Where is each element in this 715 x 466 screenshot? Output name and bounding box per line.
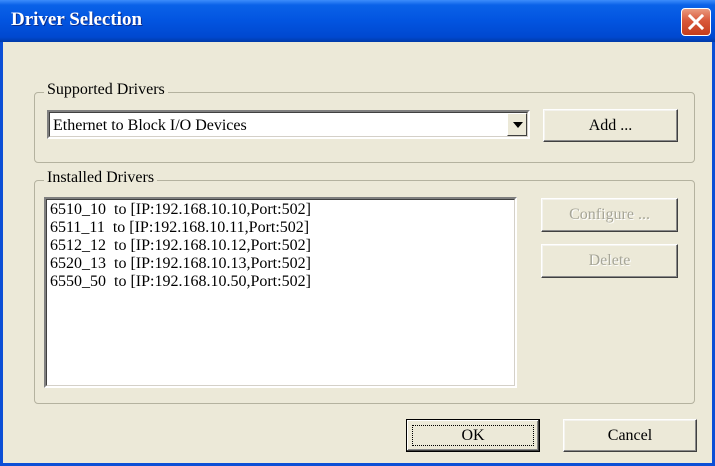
close-button[interactable] (681, 8, 711, 36)
focus-rectangle (412, 425, 534, 446)
configure-button[interactable]: Configure ... (541, 198, 678, 232)
title-bar[interactable]: Driver Selection (0, 0, 715, 42)
close-icon (687, 13, 705, 31)
delete-button[interactable]: Delete (541, 244, 678, 278)
chevron-down-icon (513, 122, 523, 128)
list-items: 6510_10 to [IP:192.168.10.10,Port:502] 6… (50, 201, 311, 291)
ok-button[interactable]: OK (406, 419, 540, 452)
installed-drivers-list[interactable]: 6510_10 to [IP:192.168.10.10,Port:502] 6… (44, 197, 517, 388)
list-item[interactable]: 6510_10 to [IP:192.168.10.10,Port:502] (50, 201, 311, 219)
installed-drivers-label: Installed Drivers (44, 169, 158, 187)
list-item[interactable]: 6511_11 to [IP:192.168.10.11,Port:502] (50, 219, 311, 237)
supported-drivers-dropdown[interactable]: Ethernet to Block I/O Devices (47, 110, 530, 139)
window-frame-left (0, 42, 3, 466)
list-item[interactable]: 6520_13 to [IP:192.168.10.13,Port:502] (50, 255, 311, 273)
window-title: Driver Selection (11, 9, 143, 30)
dropdown-selected-value: Ethernet to Block I/O Devices (53, 117, 247, 134)
dropdown-arrow-button[interactable] (507, 113, 527, 136)
supported-drivers-label: Supported Drivers (44, 81, 168, 99)
list-item[interactable]: 6512_12 to [IP:192.168.10.12,Port:502] (50, 237, 311, 255)
cancel-button[interactable]: Cancel (563, 419, 697, 452)
add-button[interactable]: Add ... (543, 109, 678, 142)
list-item[interactable]: 6550_50 to [IP:192.168.10.50,Port:502] (50, 273, 311, 291)
